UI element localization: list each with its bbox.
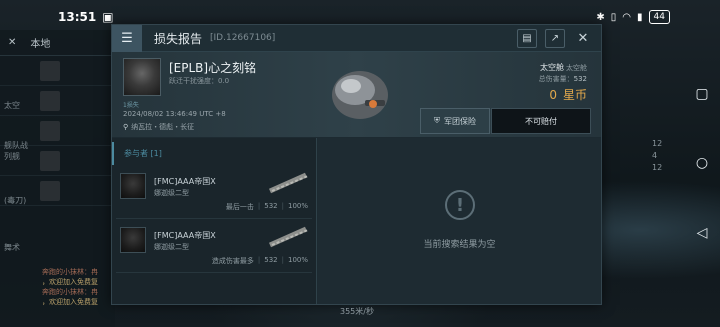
- ship-type-name: 太空舱: [540, 63, 564, 72]
- participant-damage: 532: [264, 256, 278, 264]
- chat-line: 奔跑的小抹林：冉: [42, 288, 98, 296]
- list-item[interactable]: [0, 56, 115, 86]
- share-icon: ↗: [550, 33, 560, 44]
- close-icon: ✕: [577, 31, 589, 46]
- location-text: 纳瓦拉・德彪・长征: [131, 123, 195, 131]
- local-tab-label[interactable]: 本地: [30, 35, 50, 50]
- side-label: 舞术: [4, 243, 20, 252]
- recent-apps-icon[interactable]: ▢: [694, 86, 710, 102]
- participant-ship: 娜迦级二型: [154, 243, 189, 251]
- status-time: 13:51: [58, 10, 97, 24]
- speed-readout: 355米/秒: [340, 307, 374, 316]
- empty-message: 当前搜索结果为空: [423, 240, 496, 250]
- participants-panel: 参与者 [1] [FMC]AAA帝国X 娜迦级二型 最后一击 | 532 | 1…: [112, 138, 317, 304]
- ship-type: 太空舱 太空舱: [540, 62, 587, 73]
- loss-value: 0 星币: [549, 86, 587, 103]
- pilot-name[interactable]: [EPLB]心之刻铭: [169, 59, 256, 76]
- value-unit: 星币: [562, 88, 587, 102]
- avatar: [40, 150, 60, 171]
- participant-name: [FMC]AAA帝国X: [154, 177, 216, 186]
- participant-avatar: [120, 227, 146, 253]
- separator: |: [257, 202, 261, 210]
- notification-icon: ▣: [102, 10, 114, 24]
- battery-indicator: 44: [648, 10, 670, 24]
- vibrate-icon: ▯: [610, 11, 617, 23]
- chat-line: ，欢迎加入免费复: [42, 298, 98, 306]
- menu-icon: ☰: [121, 30, 133, 46]
- participant-percent: 100%: [287, 202, 308, 210]
- dialog-header: ☰ 损失报告 [ID.12667106] ▤ ↗ ✕: [112, 24, 601, 52]
- home-icon[interactable]: ○: [694, 155, 710, 171]
- signal-icon: ▮: [637, 11, 643, 23]
- warp-scramble-strength: 跃迁干扰强度：0.0: [169, 77, 230, 85]
- value-amount: 0: [549, 88, 557, 102]
- warning-icon: !: [445, 190, 475, 220]
- loss-report-dialog: ☰ 损失报告 [ID.12667106] ▤ ↗ ✕ [EPLB]心之刻铭 跃迁…: [111, 24, 602, 305]
- weapon-icon: [268, 226, 309, 248]
- chat-line: 奔跑的小抹林：冉: [42, 268, 98, 276]
- share-button[interactable]: ↗: [545, 29, 565, 48]
- corp-insurance-button[interactable]: ⛨ 军团保险: [420, 108, 490, 134]
- participant-tag: 造成伤害最多: [211, 257, 254, 265]
- pilot-portrait[interactable]: [123, 58, 161, 96]
- stat-value: 4: [652, 151, 658, 160]
- avatar: [40, 120, 60, 141]
- payout-button[interactable]: 不可赔付: [491, 108, 591, 134]
- bluetooth-icon: ✱: [596, 11, 605, 23]
- search-results-area: ! 当前搜索结果为空: [318, 138, 601, 304]
- wifi-icon: ◠: [622, 11, 632, 23]
- report-id[interactable]: [ID.12667106]: [210, 33, 275, 43]
- location-pin-icon: ⚲: [123, 123, 129, 131]
- ship-class: 太空舱: [566, 64, 587, 72]
- loss-tag: 1损失: [123, 102, 139, 109]
- side-label: (毒刀): [4, 196, 27, 205]
- close-icon[interactable]: ✕: [8, 37, 16, 48]
- stat-value: 12: [652, 139, 663, 148]
- participant-ship: 娜迦级二型: [154, 189, 189, 197]
- insurance-label: 军团保险: [444, 116, 476, 126]
- copy-button[interactable]: ▤: [517, 29, 537, 48]
- close-button[interactable]: ✕: [573, 29, 593, 48]
- right-stats: 12 4 12: [652, 138, 662, 174]
- dialog-title: 损失报告: [154, 31, 203, 46]
- victim-summary: [EPLB]心之刻铭 跃迁干扰强度：0.0 1损失 2024/08/02 13:…: [112, 52, 601, 137]
- damage-label: 总伤害量：: [538, 75, 574, 83]
- side-label: 太空: [4, 101, 20, 110]
- chat-line: ，欢迎加入免费复: [42, 278, 98, 286]
- separator: |: [281, 256, 284, 264]
- participant-stats: 最后一击 | 532 | 100%: [226, 202, 308, 212]
- menu-button[interactable]: ☰: [112, 24, 142, 52]
- chat-lines: 奔跑的小抹林：冉 ，欢迎加入免费复 奔跑的小抹林：冉 ，欢迎加入免费复: [42, 267, 117, 307]
- damage-value: 532: [573, 75, 587, 83]
- participant-avatar: [120, 173, 146, 199]
- stat-value: 12: [652, 163, 663, 172]
- avatar: [40, 60, 60, 81]
- back-icon[interactable]: ◁: [694, 225, 710, 241]
- ship-image: [332, 71, 388, 119]
- separator: |: [257, 256, 261, 264]
- avatar: [40, 90, 60, 111]
- participant-row[interactable]: [FMC]AAA帝国X 娜迦级二型 最后一击 | 532 | 100%: [116, 167, 312, 219]
- separator: |: [281, 202, 284, 210]
- total-damage: 总伤害量：532: [539, 74, 587, 84]
- loss-time: 2024/08/02 13:46:49 UTC +8: [123, 110, 226, 118]
- avatar: [40, 180, 60, 201]
- side-label: 舰队战列舰: [4, 141, 28, 161]
- participants-heading: 参与者 [1]: [112, 142, 316, 165]
- weapon-icon: [268, 172, 309, 194]
- participant-stats: 造成伤害最多 | 532 | 100%: [212, 256, 308, 266]
- local-panel-header: ✕ 本地: [0, 30, 115, 56]
- participant-row[interactable]: [FMC]AAA帝国X 娜迦级二型 造成伤害最多 | 532 | 100%: [116, 221, 312, 273]
- participant-name: [FMC]AAA帝国X: [154, 231, 216, 240]
- participant-percent: 100%: [287, 256, 308, 264]
- participant-damage: 532: [264, 202, 278, 210]
- loss-location[interactable]: ⚲ 纳瓦拉・德彪・长征: [123, 122, 194, 132]
- participant-tag: 最后一击: [225, 203, 254, 211]
- clipboard-icon: ▤: [522, 33, 532, 44]
- insurance-icon: ⛨: [434, 116, 440, 125]
- local-chat-panel: ✕ 本地 太空 舰队战列舰 (毒刀) 舞术 奔跑的小抹林：冉 ，欢迎加入免费复 …: [0, 30, 115, 327]
